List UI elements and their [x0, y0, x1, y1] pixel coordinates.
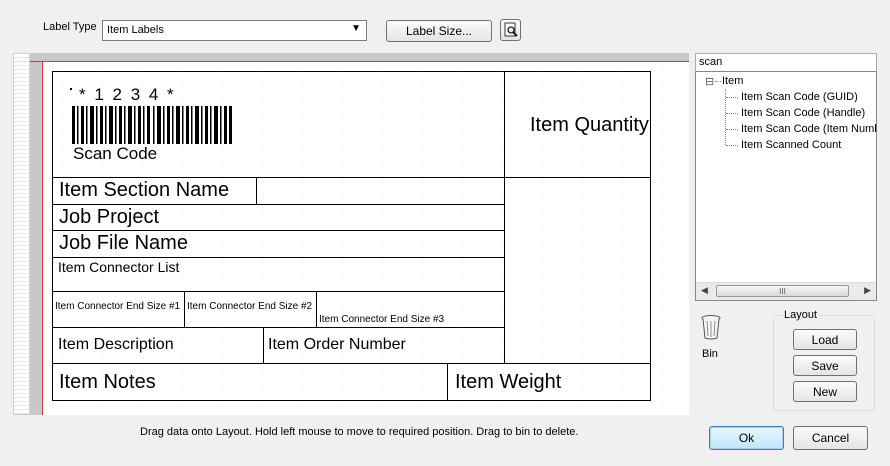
label-type-value: Item Labels [107, 24, 164, 36]
layout-group-title: Layout [782, 309, 820, 321]
new-layout-button[interactable]: New [793, 381, 857, 402]
chevron-down-icon: ▼ [351, 23, 361, 34]
item-weight-cell[interactable]: Item Weight [447, 363, 651, 401]
status-hint: Drag data onto Layout. Hold left mouse t… [140, 426, 579, 438]
job-file-name-label: Job File Name [59, 232, 188, 254]
tree-collapse-icon[interactable]: ⊟ [705, 75, 714, 88]
field-tree-view[interactable]: ⊟ Item Item Scan Code (GUID) Item Scan C… [695, 71, 877, 301]
item-section-name-cell[interactable]: Item Section Name [52, 177, 257, 205]
horizontal-scrollbar[interactable]: ◀ III ▶ [696, 282, 876, 300]
scan-code-label: Scan Code [73, 144, 158, 163]
barcode-icon [72, 106, 232, 144]
tree-connector [726, 145, 738, 146]
label-type-dropdown[interactable]: Item Labels ▼ [102, 20, 367, 41]
item-quantity-label: Item Quantity [530, 114, 649, 136]
tree-connector [726, 113, 738, 114]
print-preview-button[interactable] [500, 19, 521, 41]
item-description-label: Item Description [58, 336, 174, 353]
connector-end-1-cell[interactable]: Item Connector End Size #1 [52, 291, 185, 328]
tree-item-scan-code-guid[interactable]: Item Scan Code (GUID) [741, 91, 858, 103]
ok-button[interactable]: Ok [709, 426, 784, 450]
label-size-button[interactable]: Label Size... [386, 20, 492, 42]
vertical-ruler [13, 53, 30, 415]
save-layout-button[interactable]: Save [793, 355, 857, 376]
search-input[interactable]: scan [695, 53, 877, 72]
item-notes-cell[interactable]: Item Notes [52, 363, 448, 401]
scroll-right-icon[interactable]: ▶ [864, 285, 871, 296]
item-weight-label: Item Weight [455, 371, 562, 393]
tree-item-scan-code-item-number[interactable]: Item Scan Code (Item Numb [741, 123, 876, 135]
connector-end-3-label: Item Connector End Size #3 [319, 314, 445, 325]
trash-bin-icon [701, 315, 721, 340]
connector-end-1-label: Item Connector End Size #1 [55, 301, 181, 312]
tree-item-scanned-count[interactable]: Item Scanned Count [741, 139, 841, 151]
item-connector-list-label: Item Connector List [58, 259, 180, 275]
job-file-name-cell[interactable]: Job File Name [52, 230, 505, 258]
item-notes-label: Item Notes [59, 371, 156, 393]
job-project-cell[interactable]: Job Project [52, 204, 505, 231]
item-order-number-label: Item Order Number [268, 336, 406, 353]
item-section-empty-cell[interactable] [256, 177, 505, 205]
barcode-tick [70, 88, 72, 90]
item-quantity-cell[interactable]: Item Quantity [504, 71, 651, 178]
search-value: scan [699, 56, 723, 68]
bin-label: Bin [702, 348, 718, 360]
cancel-button[interactable]: Cancel [793, 426, 868, 450]
item-connector-list-cell[interactable]: Item Connector List [52, 257, 505, 292]
scrollbar-thumb[interactable]: III [716, 285, 849, 297]
scrollbar-grip-icon: III [779, 286, 786, 296]
load-layout-button[interactable]: Load [793, 329, 857, 350]
tree-item-scan-code-handle[interactable]: Item Scan Code (Handle) [741, 107, 865, 119]
connector-end-2-cell[interactable]: Item Connector End Size #2 [184, 291, 317, 328]
connector-end-2-label: Item Connector End Size #2 [187, 301, 313, 312]
item-section-name-label: Item Section Name [59, 179, 230, 201]
tree-item-root[interactable]: Item [722, 75, 743, 87]
barcode-cell[interactable]: * 1 2 3 4 * Scan Code [52, 71, 505, 178]
connector-end-3-cell[interactable]: Item Connector End Size #3 [316, 291, 505, 328]
item-description-cell[interactable]: Item Description [52, 327, 264, 364]
tree-connector [715, 81, 721, 82]
barcode-digits: * 1 2 3 4 * [79, 85, 176, 104]
tree-connector [726, 129, 738, 130]
item-order-number-cell[interactable]: Item Order Number [263, 327, 505, 364]
magnifier-page-icon [504, 22, 518, 37]
tree-connector [726, 97, 738, 98]
label-type-caption: Label Type [43, 21, 97, 33]
job-project-label: Job Project [59, 206, 160, 228]
item-quantity-empty-cell[interactable] [504, 177, 651, 364]
scroll-left-icon[interactable]: ◀ [701, 285, 708, 296]
bin[interactable]: Bin [697, 314, 725, 362]
